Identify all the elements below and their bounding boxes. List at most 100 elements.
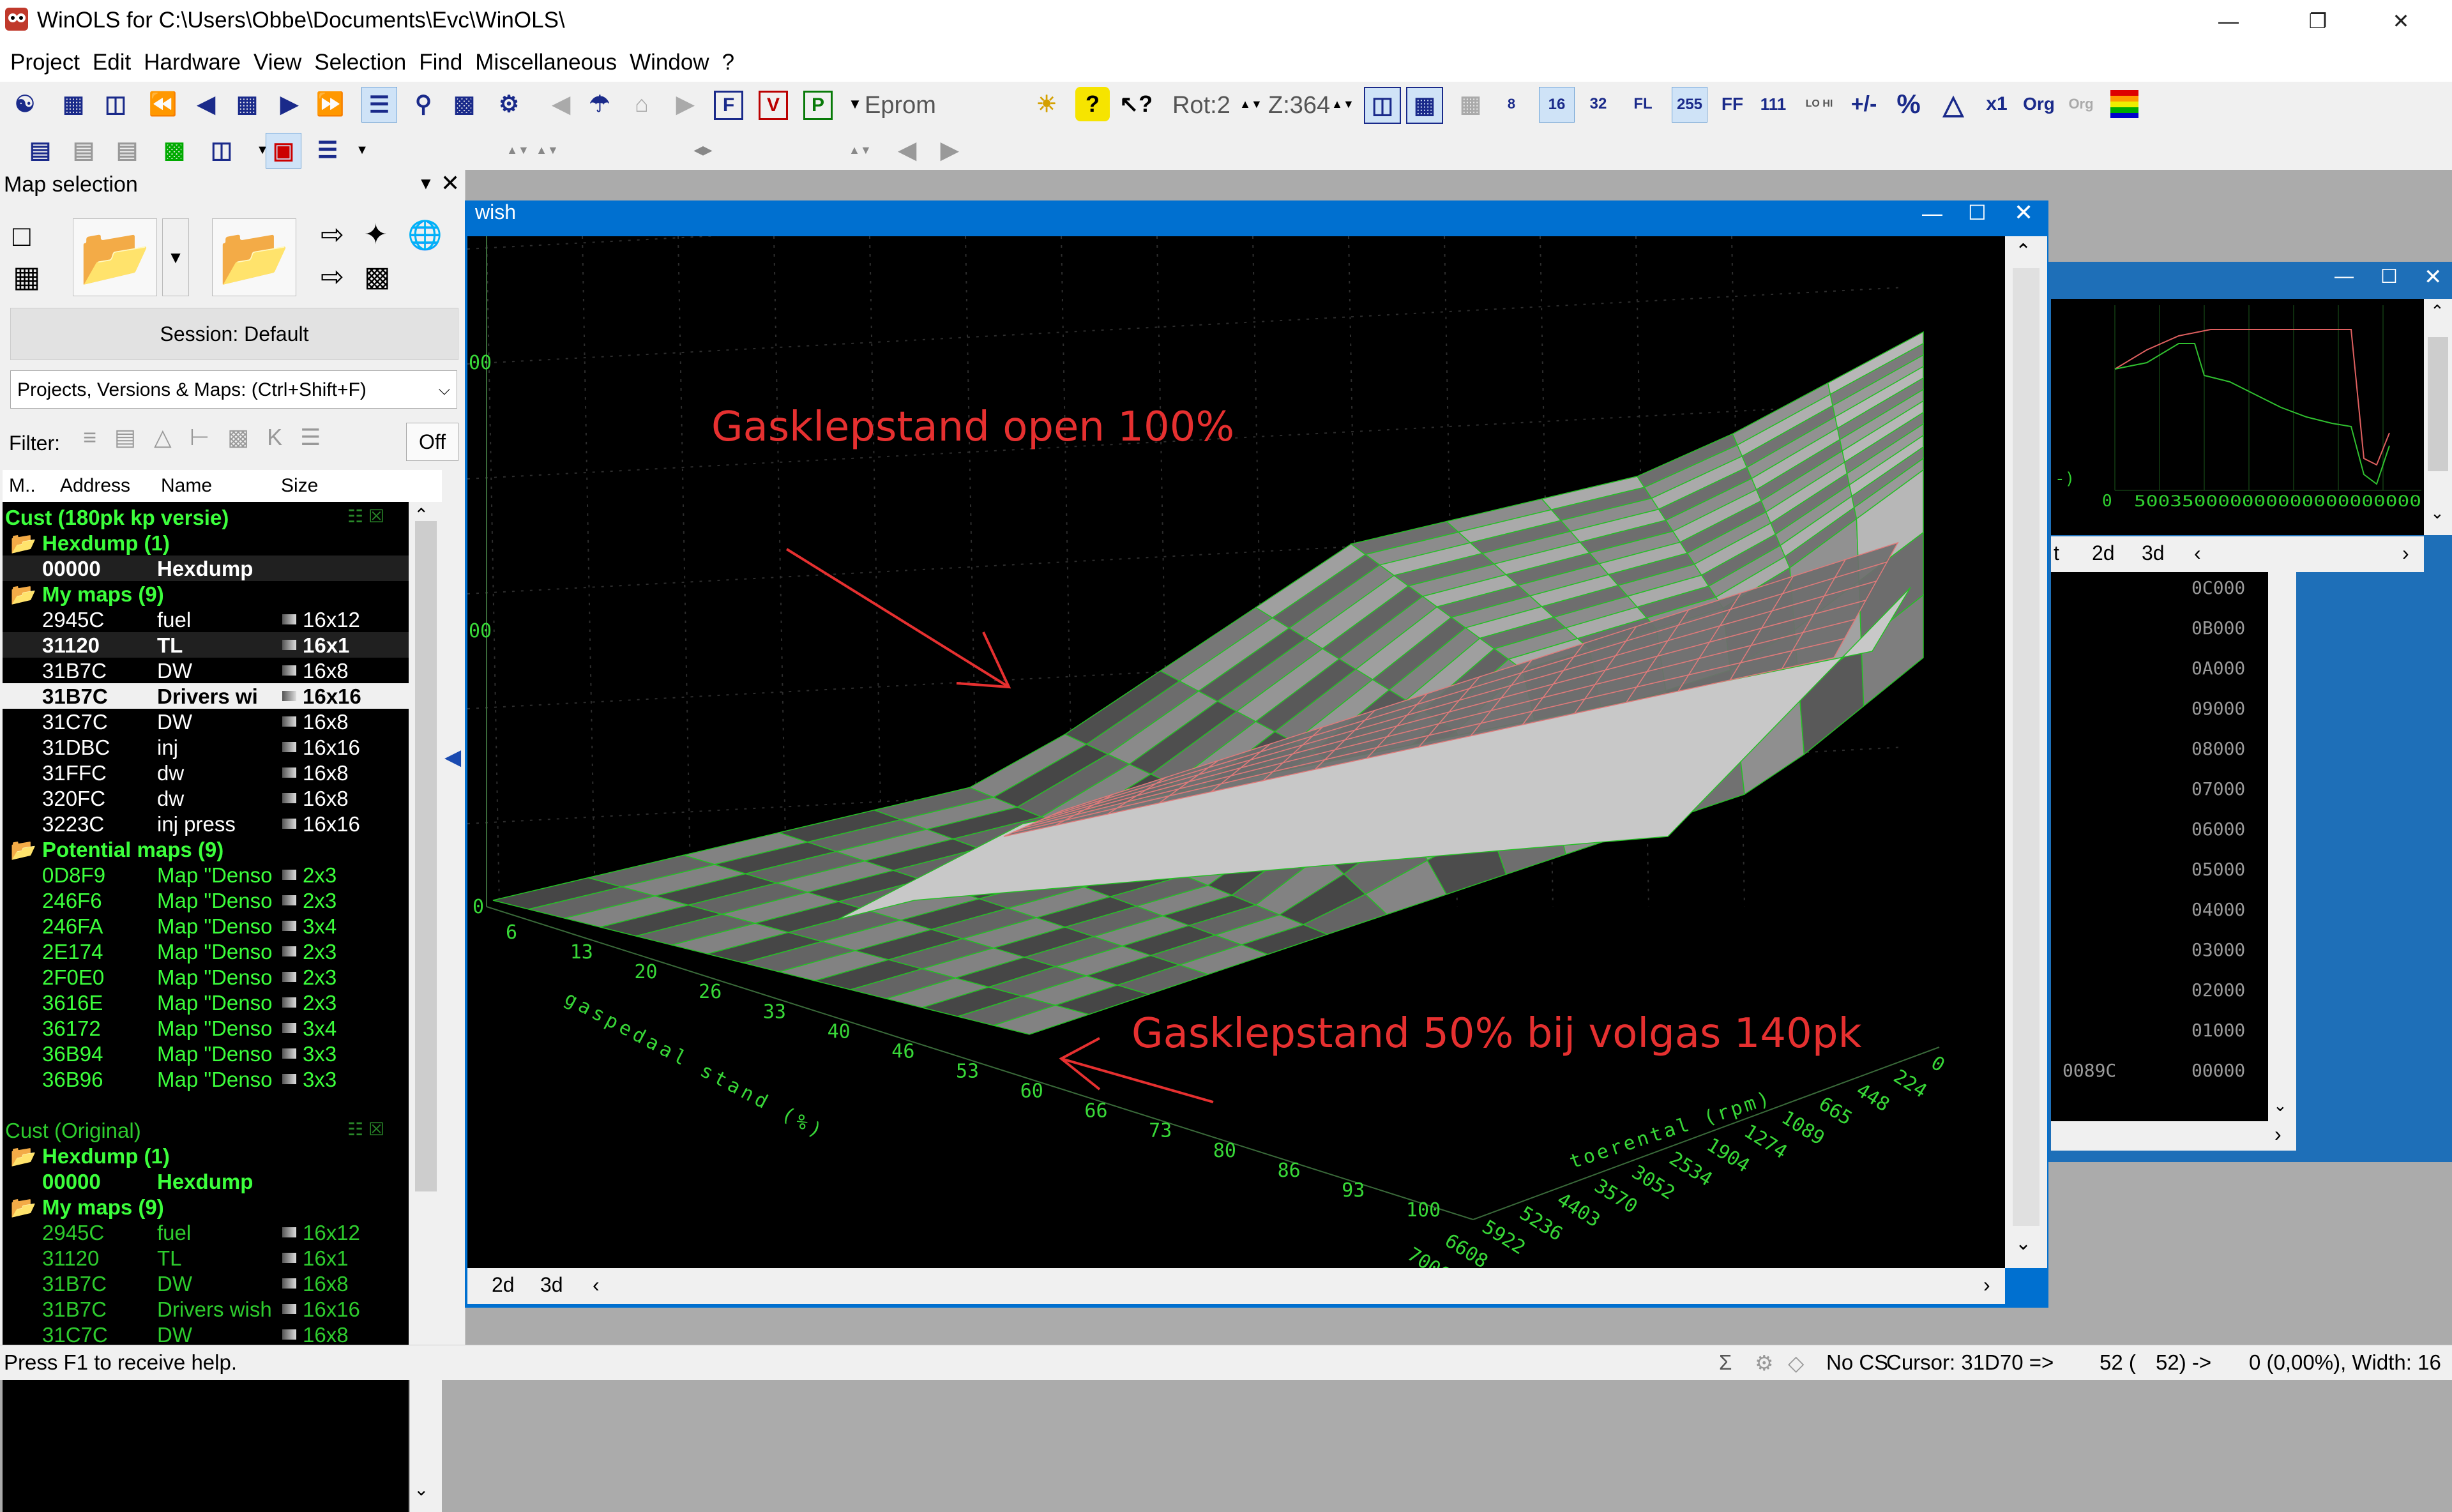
binary-111-button[interactable]: 111	[1756, 87, 1790, 121]
panel-close-icon[interactable]: ✕	[441, 170, 460, 197]
grid-icon[interactable]: ▦	[230, 87, 264, 121]
panel-menu-icon[interactable]: ▼	[418, 174, 434, 193]
original-button[interactable]: Org	[2022, 87, 2056, 121]
scroll-down-icon[interactable]: ⌄	[414, 1479, 428, 1500]
map-row[interactable]: 00000 Hexdump	[3, 1168, 409, 1194]
tab-scroll-left-icon[interactable]: ‹	[2194, 541, 2201, 565]
scroll-thumb[interactable]	[415, 521, 437, 1191]
back-disabled-icon[interactable]: ◀	[544, 87, 579, 121]
dec-255-button[interactable]: 255	[1672, 87, 1707, 123]
col-m[interactable]: M..	[9, 475, 36, 497]
tab-t[interactable]: t	[2054, 541, 2059, 565]
sun-icon[interactable]: ☀	[1029, 87, 1064, 121]
col-name[interactable]: Name	[161, 475, 212, 497]
tab-scroll-left-icon[interactable]: ‹	[593, 1273, 600, 1297]
projects-dropdown[interactable]: Projects, Versions & Maps: (Ctrl+Shift+F…	[10, 370, 457, 409]
project-options-icon[interactable]: ☷ ☒	[347, 1119, 384, 1140]
tree-folder[interactable]: 📂 My maps (9)	[3, 1194, 409, 1220]
second-graph-vscroll[interactable]: ⌃ ⌄	[2424, 299, 2452, 535]
spinner-icon[interactable]: ▲▼	[843, 133, 877, 167]
f-button[interactable]: F	[714, 91, 743, 120]
open-recent-icon[interactable]: 📂	[212, 218, 296, 296]
map-row[interactable]: 2945C fuel 16x12	[3, 607, 409, 632]
menu-selection[interactable]: Selection	[314, 50, 406, 75]
second-maximize-button[interactable]: ☐	[2380, 266, 2398, 288]
scroll-up-icon[interactable]: ⌃	[2430, 301, 2444, 321]
map-window-vscroll[interactable]: ⌃ ⌄	[2005, 236, 2047, 1268]
bits-8-button[interactable]: 8	[1494, 87, 1529, 121]
chart-alt-icon[interactable]: ▤	[66, 133, 101, 167]
map-row[interactable]: 0D8F9 Map "Denso 2x3	[3, 862, 409, 888]
scroll-right-icon[interactable]: ›	[2274, 1123, 2282, 1146]
col-size[interactable]: Size	[281, 475, 318, 497]
help-icon[interactable]: ?	[1075, 87, 1110, 121]
zoom-label[interactable]: Z:364	[1268, 92, 1330, 119]
map-maximize-button[interactable]: ☐	[1968, 200, 1987, 225]
scroll-down-icon[interactable]: ⌄	[2430, 503, 2444, 523]
filter-icons[interactable]: ≡▤△⊢▩Κ☰	[83, 424, 396, 460]
tab-3d[interactable]: 3d	[2142, 541, 2165, 565]
menu-help[interactable]: ?	[722, 50, 734, 75]
delta-icon[interactable]: △	[1936, 87, 1971, 121]
home-icon[interactable]: ⌂	[624, 87, 659, 121]
export-icon[interactable]: ⇨	[321, 218, 344, 251]
first-icon[interactable]: ⏪	[146, 87, 180, 121]
hex-list-hscroll[interactable]: ›	[2051, 1121, 2296, 1151]
tab-scroll-right-icon[interactable]: ›	[1983, 1273, 1990, 1297]
scroll-down-icon[interactable]: ⌄	[2273, 1096, 2287, 1115]
calculator-icon[interactable]: ▩	[447, 87, 481, 121]
map-row[interactable]: 31B7C DW 16x8	[3, 658, 409, 683]
tree-folder[interactable]: 📂 Potential maps (9)	[3, 836, 409, 862]
map-row[interactable]: 3223C inj press 16x16	[3, 811, 409, 836]
zoom-spinner-icon[interactable]: ▲▼	[1326, 87, 1360, 121]
wand-icon[interactable]: ✦	[364, 218, 388, 251]
scroll-down-icon[interactable]: ⌄	[2015, 1232, 2031, 1255]
rotation-label[interactable]: Rot:2	[1172, 92, 1230, 119]
connect-icon[interactable]: ☂	[582, 87, 617, 121]
frame-icon[interactable]: ▣	[266, 133, 301, 169]
tab-scroll-right-icon[interactable]: ›	[2402, 541, 2409, 565]
tree-project[interactable]: Cust (Original) ☷ ☒	[3, 1117, 409, 1143]
hex-ff-button[interactable]: FF	[1715, 87, 1750, 121]
project-options-icon[interactable]: ☷ ☒	[347, 506, 384, 527]
map-row[interactable]: 31120 TL 16x1	[3, 632, 409, 658]
spinner-icon[interactable]: ▲▼	[530, 133, 564, 167]
view-3d-icon[interactable]: ◫	[1364, 87, 1401, 124]
p-button[interactable]: P	[803, 91, 833, 120]
percent-button[interactable]: %	[1891, 87, 1926, 121]
map-row[interactable]: 36B94 Map "Denso 3x3	[3, 1041, 409, 1066]
previous-icon[interactable]: ◀	[189, 87, 223, 121]
menu-window[interactable]: Window	[630, 50, 709, 75]
tree-project[interactable]: Cust (180pk kp versie) ☷ ☒	[3, 504, 409, 530]
float-button[interactable]: FL	[1626, 87, 1660, 121]
map-row[interactable]: 2F0E0 Map "Denso 2x3	[3, 964, 409, 990]
bits-32-button[interactable]: 32	[1581, 87, 1616, 121]
map-row[interactable]: 31120 TL 16x1	[3, 1245, 409, 1271]
restore-button[interactable]: ❐	[2286, 4, 2350, 38]
forward-disabled-icon[interactable]: ▶	[668, 87, 702, 121]
tree-folder[interactable]: 📂 Hexdump (1)	[3, 530, 409, 556]
menu-edit[interactable]: Edit	[93, 50, 131, 75]
open-project-icon[interactable]: ◫	[98, 87, 133, 121]
save-icon[interactable]: ▦	[13, 259, 40, 294]
chart-icon[interactable]: ▤	[23, 133, 57, 167]
map-row[interactable]: 31FFC dw 16x8	[3, 760, 409, 785]
original-diff-button[interactable]: Org	[2064, 87, 2098, 121]
wrench-icon[interactable]: ⚙	[492, 87, 526, 121]
properties-icon[interactable]: ▩	[364, 261, 391, 293]
gear-icon[interactable]: ⚙	[1755, 1350, 1774, 1375]
chevron-down-icon[interactable]: ▼	[162, 218, 189, 296]
import-icon[interactable]: ⇨	[321, 261, 344, 293]
back-icon[interactable]: ◀	[890, 133, 925, 167]
factor-button[interactable]: x1	[1979, 87, 2014, 121]
new-project-icon[interactable]: ▦	[56, 87, 91, 121]
last-icon[interactable]: ⏩	[313, 87, 347, 121]
chevron-down-icon[interactable]: ▼	[345, 133, 379, 167]
map-row[interactable]: 3616E Map "Denso 2x3	[3, 990, 409, 1015]
context-help-icon[interactable]: ↖?	[1119, 87, 1153, 121]
map-row[interactable]: 00000 Hexdump	[3, 556, 409, 581]
map-row[interactable]: 2E174 Map "Denso 2x3	[3, 939, 409, 964]
find-icon[interactable]: ⚲	[406, 87, 441, 121]
scroll-thumb[interactable]	[2013, 268, 2040, 1226]
select-map-icon[interactable]: ▩	[157, 133, 192, 167]
